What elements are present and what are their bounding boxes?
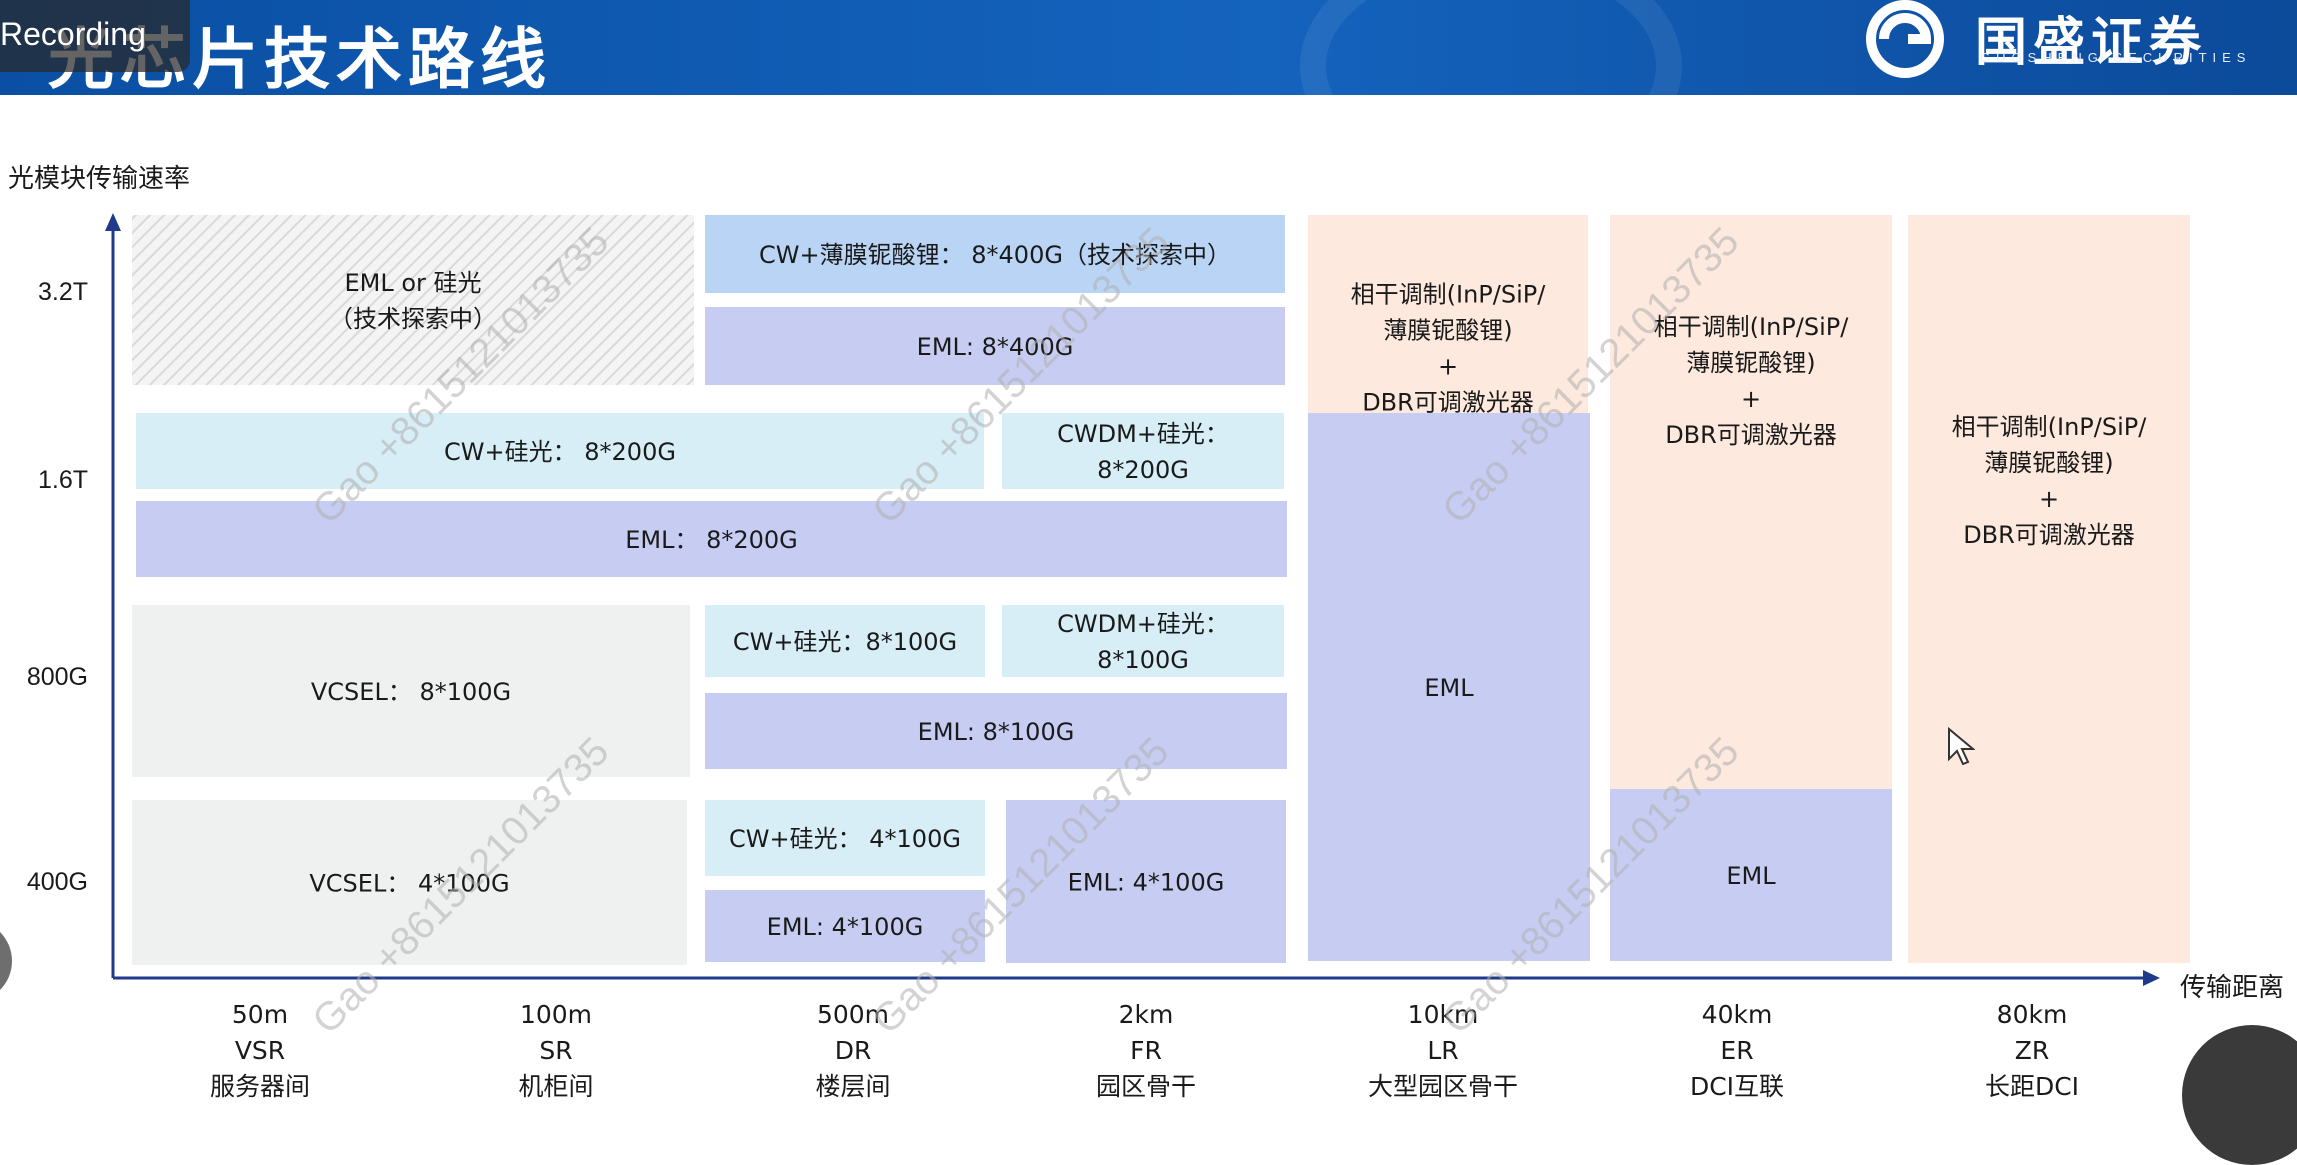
brand-logo-icon	[1866, 0, 1944, 78]
block-eml-or-sip-3t2	[132, 215, 694, 385]
block-label-coherent-er: 薄膜铌酸锂)	[1686, 349, 1815, 377]
block-label-coherent-lr: DBR可调激光器	[1362, 389, 1534, 417]
x-category-name: 长距DCI	[1985, 1072, 2079, 1101]
y-tick-label: 1.6T	[38, 466, 88, 494]
x-category-name: DCI互联	[1690, 1072, 1784, 1101]
block-label-eml-400g-dr: EML: 4*100G	[767, 913, 924, 941]
block-label-eml-or-sip-3t2: （技术探索中）	[329, 305, 497, 333]
y-axis-title: 光模块传输速率	[8, 164, 190, 194]
x-category-name: 大型园区骨干	[1368, 1072, 1518, 1101]
block-label-cw-sip-800g: CW+硅光：8*100G	[733, 628, 957, 656]
recording-badge[interactable]: Recording	[0, 0, 190, 72]
block-label-cw-sip-400g: CW+硅光： 4*100G	[729, 825, 961, 853]
block-label-coherent-er: +	[1741, 385, 1761, 413]
x-category-code: LR	[1427, 1036, 1458, 1065]
x-category-name: 园区骨干	[1096, 1072, 1196, 1101]
x-category-code: SR	[539, 1036, 572, 1065]
block-label-coherent-zr: 薄膜铌酸锂)	[1984, 449, 2113, 477]
block-coherent-zr	[1908, 215, 2190, 963]
y-tick-label: 800G	[27, 663, 88, 691]
block-label-vcsel-800g: VCSEL： 8*100G	[311, 678, 511, 706]
x-category-name: 机柜间	[518, 1072, 593, 1101]
brand-subtitle: GUOSHENG SECURITIES	[1980, 50, 2252, 65]
block-label-coherent-zr: 相干调制(InP/SiP/	[1952, 413, 2148, 441]
block-label-eml-800g: EML: 8*100G	[918, 718, 1075, 746]
block-label-coherent-er: DBR可调激光器	[1665, 421, 1837, 449]
y-axis-arrow-icon	[105, 213, 121, 231]
tech-roadmap-chart: EML or 硅光（技术探索中）CW+薄膜铌酸锂： 8*400G（技术探索中）E…	[8, 164, 2284, 1101]
x-category-distance: 100m	[520, 1000, 592, 1029]
block-label-cw-sip-1t6: CW+硅光： 8*200G	[444, 438, 676, 466]
block-label-cwdm-sip-800g: CWDM+硅光：	[1057, 610, 1229, 638]
x-category-distance: 80km	[1997, 1000, 2068, 1029]
block-label-cwdm-sip-800g: 8*100G	[1097, 646, 1189, 674]
x-axis-title: 传输距离	[2180, 973, 2284, 1003]
block-label-coherent-zr: +	[2039, 485, 2059, 513]
block-label-coherent-lr: 薄膜铌酸锂)	[1383, 317, 1512, 345]
block-label-eml-400g-fr: EML: 4*100G	[1068, 869, 1225, 897]
y-tick-label: 3.2T	[38, 278, 88, 306]
block-label-coherent-er: 相干调制(InP/SiP/	[1654, 313, 1850, 341]
header-bar: 光芯片技术路线 Recording 国盛证券 GUOSHENG SECURITI…	[0, 0, 2297, 192]
y-tick-label: 400G	[27, 868, 88, 896]
block-label-cwdm-sip-1t6: 8*200G	[1097, 456, 1189, 484]
x-category-code: ZR	[2015, 1036, 2050, 1065]
block-label-eml-1t6: EML： 8*200G	[625, 526, 798, 554]
x-category-name: 服务器间	[210, 1072, 310, 1101]
block-label-eml-er: EML	[1726, 862, 1776, 890]
x-category-name: 楼层间	[815, 1072, 890, 1101]
block-label-cwdm-sip-1t6: CWDM+硅光：	[1057, 420, 1229, 448]
block-label-eml-lr: EML	[1424, 674, 1474, 702]
block-label-coherent-lr: 相干调制(InP/SiP/	[1351, 281, 1547, 309]
x-category-distance: 50m	[232, 1000, 288, 1029]
x-category-distance: 40km	[1702, 1000, 1773, 1029]
x-axis-arrow-icon	[2143, 970, 2160, 986]
x-category-code: FR	[1130, 1036, 1162, 1065]
block-label-coherent-zr: DBR可调激光器	[1963, 521, 2135, 549]
block-label-eml-or-sip-3t2: EML or 硅光	[344, 269, 481, 297]
x-category-code: ER	[1720, 1036, 1753, 1065]
x-category-code: VSR	[235, 1036, 285, 1065]
x-category-distance: 2km	[1119, 1000, 1174, 1029]
mouse-cursor-icon	[1948, 727, 1975, 766]
block-label-coherent-lr: +	[1438, 353, 1458, 381]
x-category-code: DR	[835, 1036, 872, 1065]
recording-label: Recording	[0, 16, 146, 52]
